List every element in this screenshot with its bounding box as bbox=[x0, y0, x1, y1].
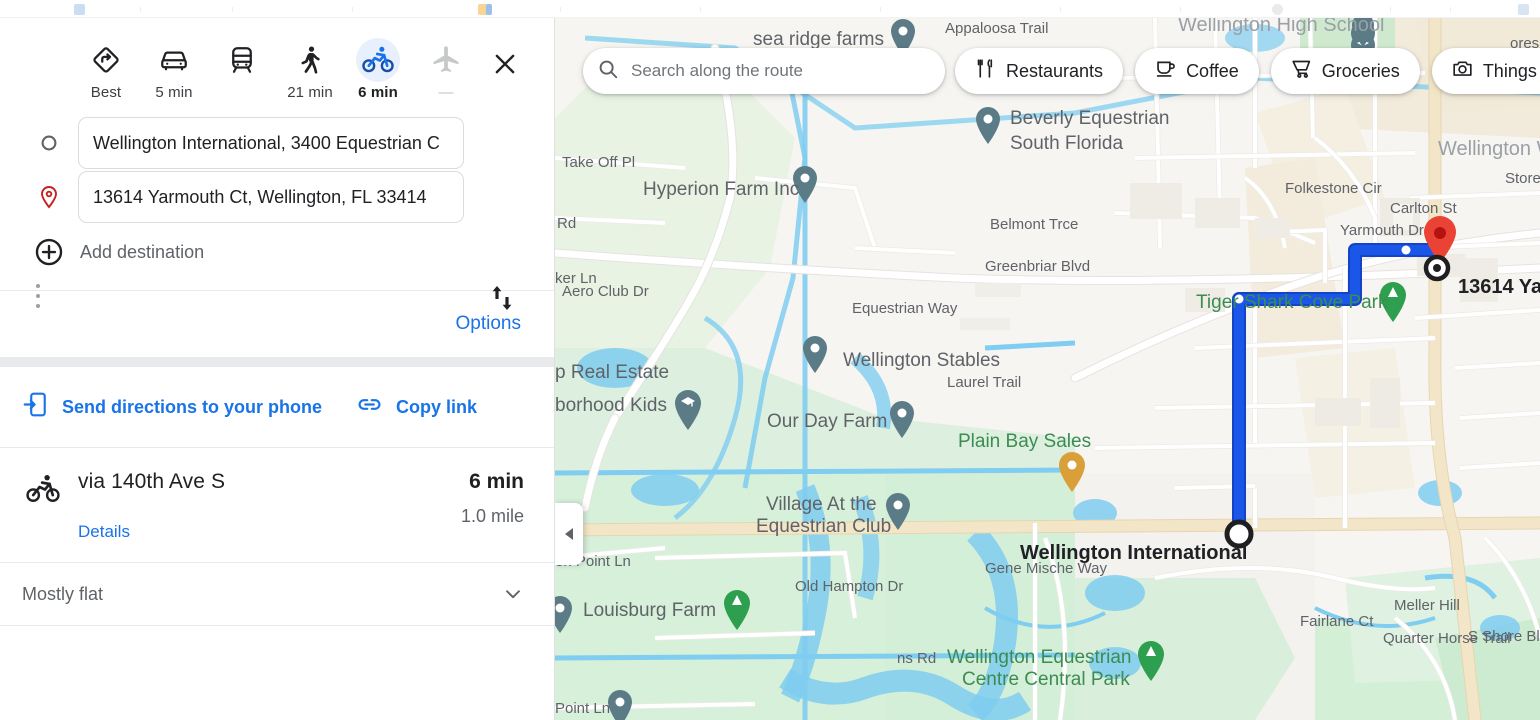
destination-row bbox=[0, 170, 554, 224]
close-directions-button[interactable] bbox=[488, 49, 522, 83]
directions-panel: Best 5 min 21 min 6 min — Wellington Int… bbox=[0, 18, 555, 720]
travel-mode-label: 6 min bbox=[358, 84, 398, 101]
best-route-icon bbox=[84, 38, 128, 82]
origin-input[interactable] bbox=[93, 132, 449, 154]
bicycle-icon bbox=[356, 38, 400, 82]
transit-icon bbox=[220, 38, 264, 82]
section-separator bbox=[0, 357, 554, 367]
travel-mode-best[interactable]: Best bbox=[72, 32, 140, 101]
search-along-route-bar[interactable] bbox=[583, 48, 945, 94]
chevron-down-icon bbox=[502, 583, 524, 605]
chevron-left-icon bbox=[565, 528, 573, 540]
bookmark-icon bbox=[74, 4, 85, 15]
options-row: Options bbox=[0, 291, 554, 357]
route-metrics: 6 min 1.0 mile bbox=[461, 470, 524, 542]
travel-mode-label: Best bbox=[90, 84, 122, 101]
airplane-icon bbox=[424, 38, 468, 82]
search-icon bbox=[597, 58, 619, 85]
origin-row bbox=[0, 116, 554, 170]
link-icon bbox=[356, 391, 383, 423]
route-result-card[interactable]: via 140th Ave S Details 6 min 1.0 mile bbox=[0, 448, 554, 562]
screen-root: .rd { stroke:#ffffff; stroke-width:7; fi… bbox=[0, 0, 1540, 720]
route-details-button[interactable]: Details bbox=[78, 522, 461, 542]
add-destination-button[interactable]: Add destination bbox=[0, 224, 554, 280]
chip-things-to-do[interactable]: Things to bbox=[1431, 48, 1540, 94]
route-summary: via 140th Ave S Details bbox=[78, 470, 461, 542]
elevation-row[interactable]: Mostly flat bbox=[0, 563, 554, 625]
chip-restaurants[interactable]: Restaurants bbox=[955, 48, 1124, 94]
bicycle-route-icon bbox=[22, 470, 78, 542]
travel-mode-transit[interactable] bbox=[208, 32, 276, 84]
category-chip-row: Restaurants Coffee Groceries Things bbox=[955, 48, 1540, 94]
divider bbox=[0, 625, 554, 626]
chip-label: Coffee bbox=[1186, 60, 1239, 81]
destination-input[interactable] bbox=[93, 186, 449, 208]
chip-label: Restaurants bbox=[1006, 60, 1104, 81]
share-row: Send directions to your phone Copy link bbox=[0, 367, 554, 447]
camera-icon bbox=[1452, 58, 1473, 84]
waypoint-inputs: Add destination bbox=[0, 116, 554, 310]
origin-dot-icon bbox=[20, 134, 78, 152]
travel-mode-driving[interactable]: 5 min bbox=[140, 32, 208, 101]
send-to-phone-label: Send directions to your phone bbox=[62, 396, 323, 417]
elevation-label: Mostly flat bbox=[22, 583, 104, 604]
route-via-label: via 140th Ave S bbox=[78, 470, 226, 493]
swap-waypoints-button[interactable] bbox=[482, 278, 522, 322]
coffee-icon bbox=[1155, 58, 1176, 84]
browser-bookmark-strip bbox=[0, 0, 1540, 18]
destination-pin-icon bbox=[20, 185, 78, 209]
bookmark-icon bbox=[486, 4, 492, 15]
travel-mode-walking[interactable]: 21 min bbox=[276, 32, 344, 101]
restaurant-icon bbox=[975, 58, 996, 84]
add-destination-label: Add destination bbox=[80, 241, 205, 262]
travel-mode-label: 21 min bbox=[287, 84, 333, 101]
close-icon bbox=[492, 51, 518, 82]
bookmark-icon bbox=[1518, 4, 1529, 15]
collapse-panel-button[interactable] bbox=[555, 503, 583, 565]
chip-label: Groceries bbox=[1321, 60, 1400, 81]
destination-field[interactable] bbox=[78, 171, 464, 223]
swap-arrows-icon bbox=[488, 282, 516, 319]
route-duration: 6 min bbox=[469, 470, 524, 493]
car-icon bbox=[152, 38, 196, 82]
travel-mode-label: 5 min bbox=[155, 84, 193, 101]
copy-link-button[interactable]: Copy link bbox=[356, 391, 477, 423]
travel-mode-label: — bbox=[438, 84, 454, 101]
origin-field[interactable] bbox=[78, 117, 464, 169]
travel-mode-tabs: Best 5 min 21 min 6 min — bbox=[0, 18, 554, 116]
travel-mode-cycling[interactable]: 6 min bbox=[344, 32, 412, 101]
chip-coffee[interactable]: Coffee bbox=[1135, 48, 1259, 94]
walk-icon bbox=[288, 38, 332, 82]
send-to-phone-icon bbox=[22, 391, 49, 423]
map-canvas[interactable]: .rd { stroke:#ffffff; stroke-width:7; fi… bbox=[555, 18, 1540, 720]
grocery-cart-icon bbox=[1291, 58, 1312, 84]
bookmark-icon bbox=[1272, 4, 1283, 15]
search-input[interactable] bbox=[631, 61, 931, 81]
send-to-phone-button[interactable]: Send directions to your phone bbox=[22, 391, 322, 423]
copy-link-label: Copy link bbox=[396, 396, 478, 417]
chip-groceries[interactable]: Groceries bbox=[1270, 48, 1420, 94]
waypoint-connector-dots bbox=[36, 284, 40, 308]
chip-label: Things to bbox=[1482, 60, 1540, 81]
plus-circle-icon bbox=[20, 237, 78, 267]
travel-mode-flights[interactable]: — bbox=[412, 32, 480, 101]
route-distance: 1.0 mile bbox=[460, 506, 524, 526]
